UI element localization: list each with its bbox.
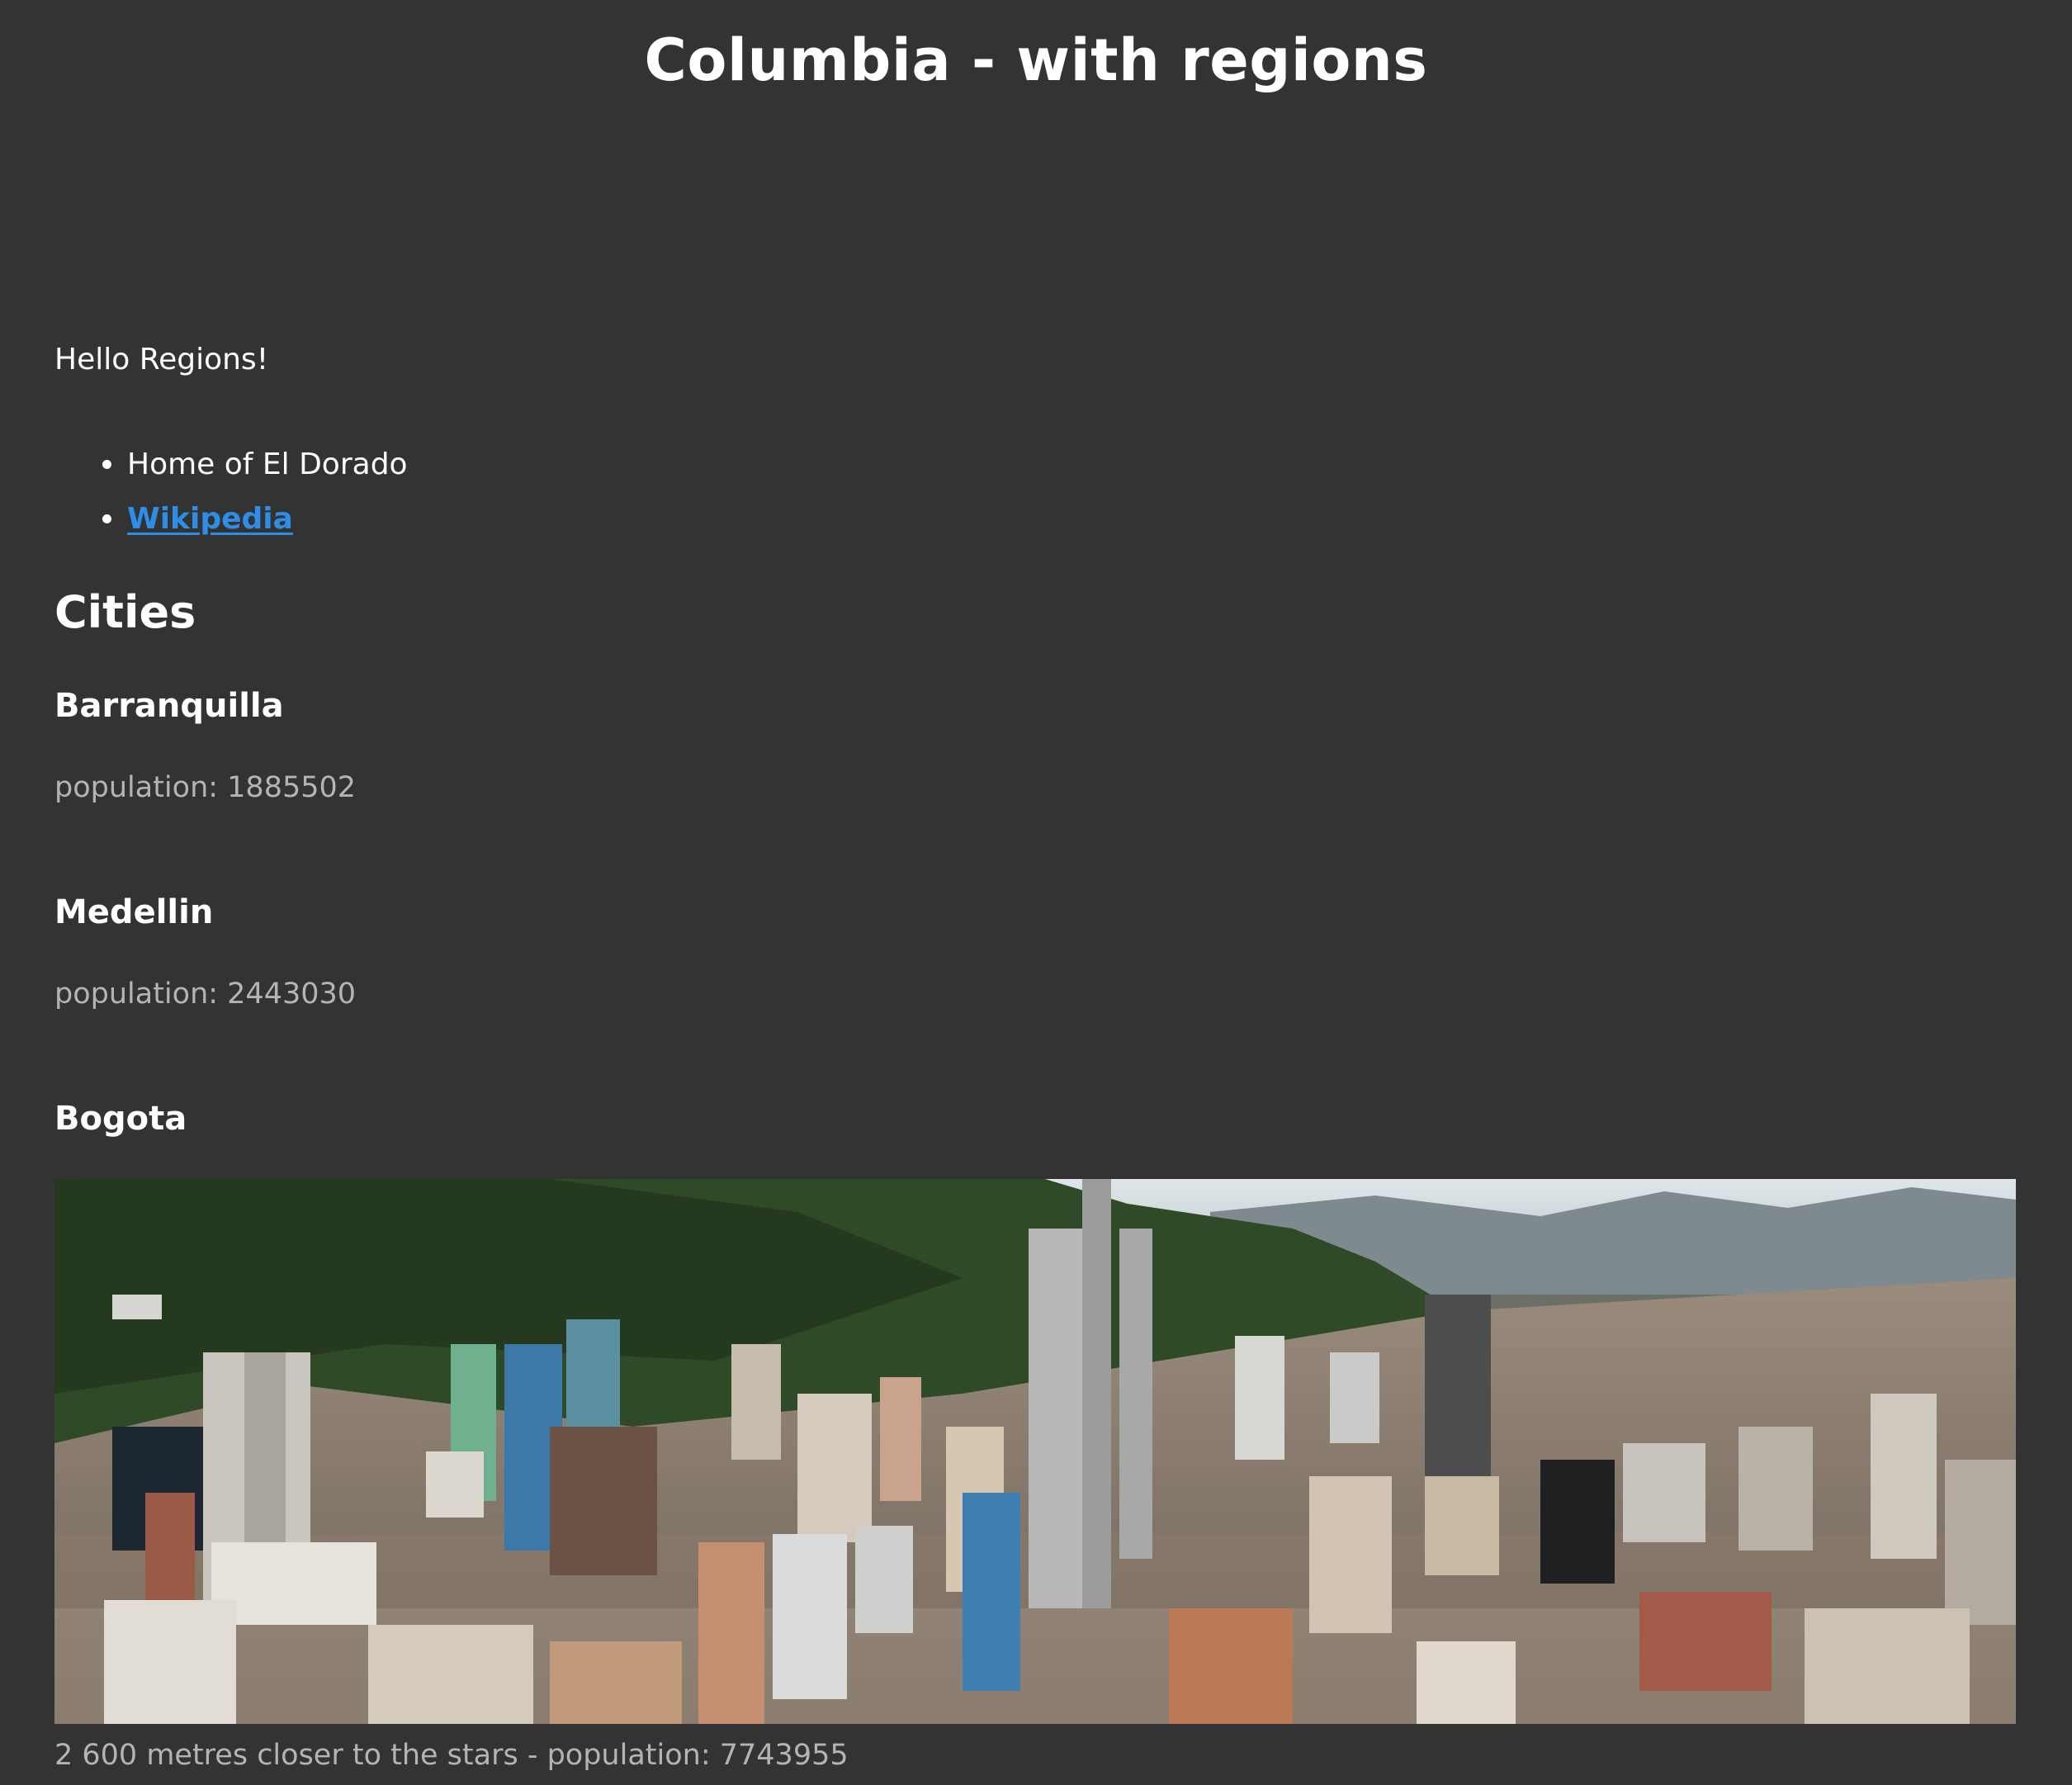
facts-list: Home of El Dorado Wikipedia — [54, 438, 408, 547]
list-item: Home of El Dorado — [54, 438, 408, 492]
page-title: Columbia - with regions — [644, 26, 1428, 94]
wikipedia-link[interactable]: Wikipedia — [127, 502, 293, 536]
list-item: Wikipedia — [54, 492, 408, 547]
city-population-medellin: population: 2443030 — [54, 978, 357, 1011]
bogota-caption: 2 600 metres closer to the stars - popul… — [54, 1739, 849, 1772]
bullet-icon — [102, 460, 111, 469]
city-name-bogota: Bogota — [54, 1100, 187, 1138]
city-name-barranquilla: Barranquilla — [54, 687, 284, 725]
fact-label: Home of El Dorado — [127, 447, 408, 481]
city-population-barranquilla: population: 1885502 — [54, 771, 357, 804]
bogota-cityscape-image — [54, 1179, 2016, 1724]
bullet-icon — [102, 514, 111, 523]
city-name-medellin: Medellin — [54, 893, 214, 931]
page: Columbia - with regions Hello Regions! H… — [0, 0, 2072, 1785]
intro-text: Hello Regions! — [54, 343, 269, 376]
cities-heading: Cities — [54, 586, 196, 638]
